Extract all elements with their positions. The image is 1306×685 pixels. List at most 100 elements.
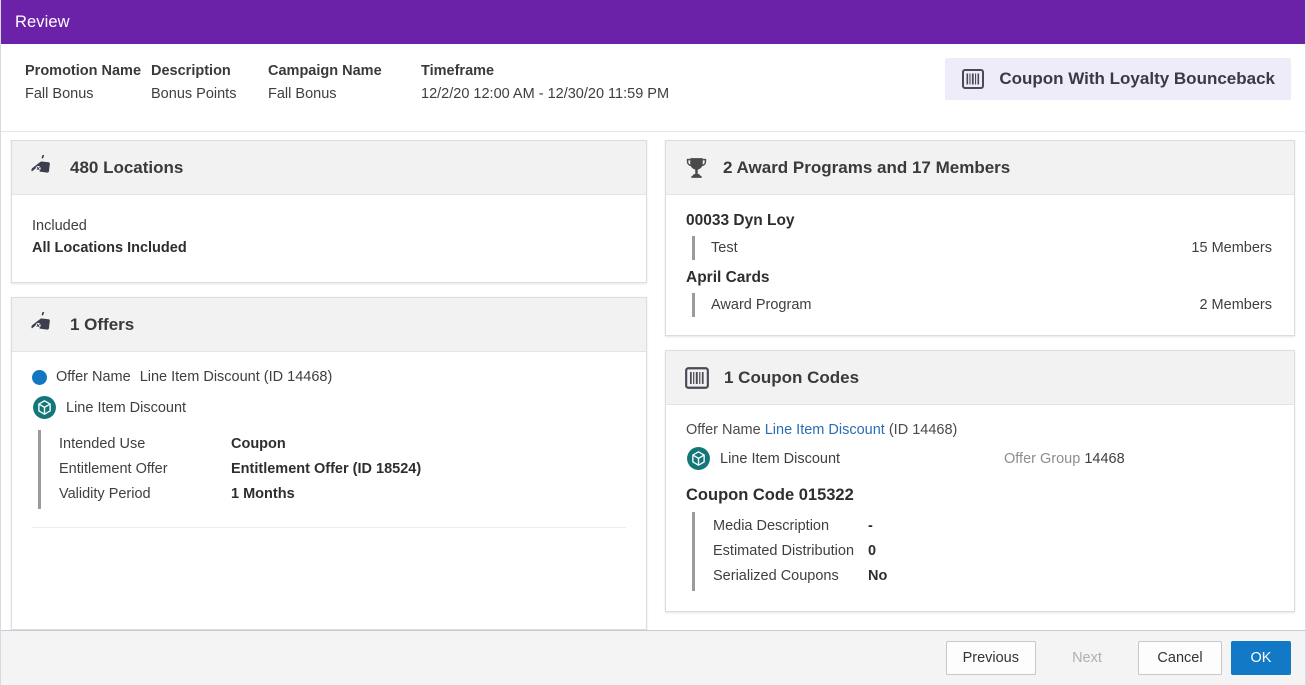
locations-included-value: All Locations Included [32,240,187,256]
award-group-name: April Cards [686,269,770,286]
coupon-offer-type-row: Line Item Discount Offer Group 14468 [686,446,1274,471]
offer-detail-row: Entitlement Offer Entitlement Offer (ID … [59,457,626,482]
ok-button[interactable]: OK [1231,641,1291,675]
coupon-code-title: Coupon Code 015322 [686,486,854,504]
award-programs-card-body: 00033 Dyn Loy Test 15 Members April Card… [666,195,1294,335]
detail-key: Serialized Coupons [713,568,839,584]
price-tag-icon [30,154,56,181]
locations-card-header: 480 Locations [12,141,646,195]
award-group: 00033 Dyn Loy Test 15 Members [686,207,1274,260]
award-program-member-count: 15 Members [1191,240,1272,256]
detail-value: 0 [868,543,877,559]
award-program-name: Award Program [711,297,812,313]
price-tag-icon [30,311,56,338]
coupon-offer-name-id: (ID 14468) [888,422,958,438]
award-programs-card-header: 2 Award Programs and 17 Members [666,141,1294,195]
promotion-type-label: Coupon With Loyalty Bounceback [999,69,1275,88]
detail-key: Media Description [713,518,830,534]
award-program-name: Test [711,240,738,256]
offer-name-label: Offer Name [56,369,131,385]
detail-value: Coupon [231,436,286,452]
offers-card-header: 1 Offers [12,298,646,352]
offer-type-label: Line Item Discount [66,399,187,416]
detail-key: Estimated Distribution [713,543,855,559]
coupon-offer-name-row: Offer Name Line Item Discount (ID 14468) [686,419,1274,441]
coupon-offer-name-link[interactable]: Line Item Discount [765,422,885,438]
locations-card-title: 480 Locations [70,157,184,177]
coupon-codes-card-body: Offer Name Line Item Discount (ID 14468) [666,405,1294,611]
field-label: Campaign Name [268,63,382,79]
dialog-footer: Previous Next Cancel OK [1,630,1305,685]
trophy-icon [684,155,709,180]
detail-value: 1 Months [231,486,295,502]
offer-group-row: Offer Group 14468 [1004,451,1125,467]
coupon-offer-name-label: Offer Name [686,422,761,438]
locations-card: 480 Locations Included All Locations Inc… [11,140,647,283]
review-content: 480 Locations Included All Locations Inc… [1,132,1305,630]
coupon-codes-card: 1 Coupon Codes Offer Name Line Item Disc… [665,350,1295,612]
offer-detail-list: Intended Use Coupon Entitlement Offer En… [38,430,626,509]
award-programs-card-title: 2 Award Programs and 17 Members [723,157,1011,177]
award-programs-card: 2 Award Programs and 17 Members 00033 Dy… [665,140,1295,336]
offers-card: 1 Offers Offer Name Line Item Discount (… [11,297,647,630]
offer-name-row: Offer Name Line Item Discount (ID 14468) [32,366,626,388]
locations-card-body: Included All Locations Included [12,195,646,282]
summary-field-campaign-name: Campaign Name Fall Bonus [268,60,411,106]
coupon-detail-list: Media Description - Estimated Distributi… [692,512,1274,591]
coupon-detail-row: Media Description - [713,514,1274,539]
award-program-member-count: 2 Members [1199,297,1272,313]
coupon-detail-row: Serialized Coupons No [713,564,1274,589]
field-value: 12/2/20 12:00 AM - 12/30/20 11:59 PM [421,86,670,102]
award-program-row: Award Program 2 Members [692,293,1274,317]
offer-detail-row: Intended Use Coupon [59,432,626,457]
next-button: Next [1045,641,1129,675]
coupon-codes-card-title: 1 Coupon Codes [724,367,860,387]
offer-group-value: 14468 [1084,450,1125,467]
promotion-summary-bar: Promotion Name Fall Bonus Description Bo… [1,44,1305,132]
detail-value: - [868,518,873,534]
field-value: Fall Bonus [268,86,337,102]
offer-status-dot-icon [32,369,47,385]
coupon-offer-type: Line Item Discount [686,446,1004,471]
coupon-codes-card-header: 1 Coupon Codes [666,351,1294,405]
review-dialog: Review Promotion Name Fall Bonus Descrip… [0,0,1306,685]
summary-fields: Promotion Name Fall Bonus Description Bo… [25,60,679,106]
detail-key: Entitlement Offer [59,461,168,477]
field-label: Description [151,63,231,79]
offers-divider [32,527,626,528]
previous-button[interactable]: Previous [945,641,1036,675]
offer-group-label: Offer Group [1004,450,1081,467]
dialog-titlebar: Review [1,0,1305,44]
offer-name-value: Line Item Discount (ID 14468) [139,369,333,385]
promotion-type-badge: Coupon With Loyalty Bounceback [945,58,1291,100]
cancel-button[interactable]: Cancel [1138,641,1222,675]
field-label: Promotion Name [25,63,142,79]
barcode-icon [961,67,985,91]
cube-icon [32,395,57,420]
summary-field-description: Description Bonus Points [151,60,258,106]
detail-key: Intended Use [59,436,146,452]
locations-included-label: Included [32,218,87,234]
award-program-row: Test 15 Members [692,236,1274,260]
detail-value: Entitlement Offer (ID 18524) [231,461,422,477]
field-value: Bonus Points [151,86,237,102]
coupon-detail-row: Estimated Distribution 0 [713,539,1274,564]
left-column: 480 Locations Included All Locations Inc… [11,140,656,630]
right-column: 2 Award Programs and 17 Members 00033 Dy… [656,140,1295,630]
dialog-title: Review [15,12,70,31]
field-label: Timeframe [421,63,495,79]
award-group: April Cards Award Program 2 Members [686,264,1274,317]
summary-field-timeframe: Timeframe 12/2/20 12:00 AM - 12/30/20 11… [421,60,669,106]
offers-card-body: Offer Name Line Item Discount (ID 14468)… [12,352,646,630]
detail-value: No [868,568,888,584]
offer-type-row: Line Item Discount [32,395,626,420]
detail-key: Validity Period [59,486,151,502]
summary-field-promotion-name: Promotion Name Fall Bonus [25,60,141,106]
offer-detail-row: Validity Period 1 Months [59,482,626,507]
barcode-icon [684,365,710,391]
offers-card-title: 1 Offers [70,314,135,334]
cube-icon [686,446,711,471]
coupon-offer-type-label: Line Item Discount [720,450,841,467]
field-value: Fall Bonus [25,86,94,102]
award-group-name: 00033 Dyn Loy [686,212,795,229]
